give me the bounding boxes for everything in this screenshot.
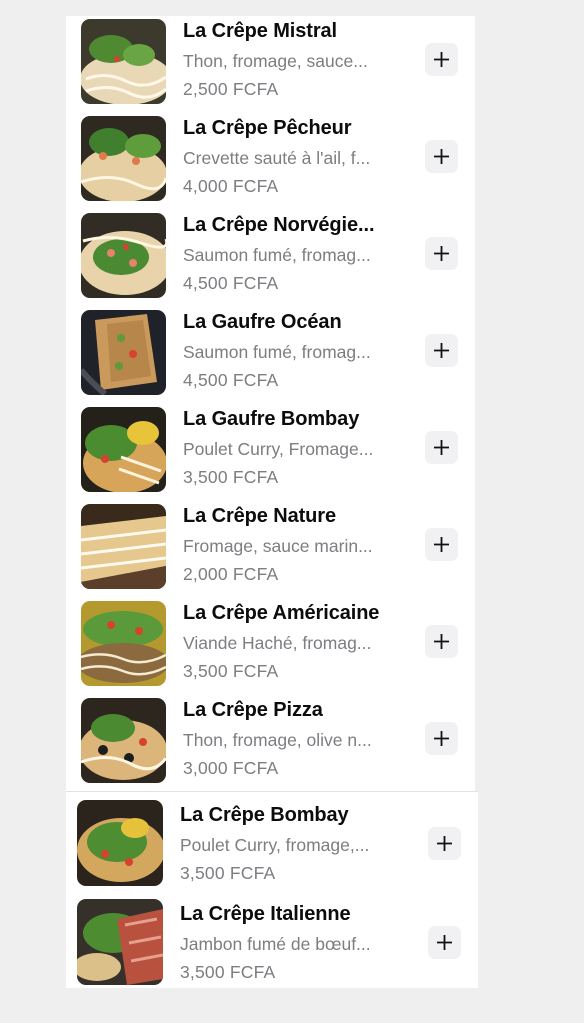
menu-item[interactable]: La Crêpe Nature Fromage, sauce marin... …	[66, 501, 475, 598]
item-name: La Gaufre Océan	[183, 311, 342, 333]
add-to-cart-button[interactable]	[425, 431, 458, 464]
item-name: La Crêpe Pizza	[183, 699, 323, 721]
item-description: Saumon fumé, fromag...	[183, 342, 371, 362]
menu-screen: La Crêpe Mistral Thon, fromage, sauce...…	[0, 0, 584, 1023]
food-thumbnail	[77, 899, 163, 985]
add-to-cart-button[interactable]	[425, 43, 458, 76]
food-thumbnail	[81, 601, 166, 686]
add-to-cart-button[interactable]	[428, 926, 461, 959]
plus-icon	[434, 440, 449, 455]
item-description: Viande Haché, fromag...	[183, 633, 372, 653]
add-to-cart-button[interactable]	[425, 334, 458, 367]
item-name: La Crêpe Bombay	[180, 804, 349, 826]
plus-icon	[434, 634, 449, 649]
menu-list-card: La Crêpe Bombay Poulet Curry, fromage,..…	[66, 791, 478, 988]
menu-item[interactable]: La Gaufre Bombay Poulet Curry, Fromage..…	[66, 404, 475, 501]
food-thumbnail	[81, 698, 166, 783]
food-thumbnail	[81, 19, 166, 104]
menu-item[interactable]: La Crêpe Norvégie... Saumon fumé, fromag…	[66, 210, 475, 307]
plus-icon	[437, 836, 452, 851]
item-description: Poulet Curry, fromage,...	[180, 835, 370, 855]
item-name: La Crêpe Américaine	[183, 602, 380, 624]
item-price: 3,500 FCFA	[183, 467, 279, 487]
item-name: La Crêpe Pêcheur	[183, 117, 352, 139]
food-thumbnail	[81, 310, 166, 395]
menu-list-card: La Crêpe Mistral Thon, fromage, sauce...…	[66, 16, 475, 792]
plus-icon	[434, 537, 449, 552]
plus-icon	[434, 52, 449, 67]
item-description: Saumon fumé, fromag...	[183, 245, 371, 265]
add-to-cart-button[interactable]	[428, 827, 461, 860]
food-thumbnail	[77, 800, 163, 886]
item-price: 3,500 FCFA	[183, 661, 279, 681]
item-description: Fromage, sauce marin...	[183, 536, 373, 556]
item-description: Jambon fumé de bœuf...	[180, 934, 371, 954]
menu-item[interactable]: La Gaufre Océan Saumon fumé, fromag... 4…	[66, 307, 475, 404]
food-thumbnail	[81, 116, 166, 201]
item-description: Crevette sauté à l'ail, f...	[183, 148, 371, 168]
item-price: 4,500 FCFA	[183, 370, 279, 390]
item-name: La Gaufre Bombay	[183, 408, 360, 430]
add-to-cart-button[interactable]	[425, 140, 458, 173]
item-price: 3,000 FCFA	[183, 758, 279, 778]
menu-item[interactable]: La Crêpe Bombay Poulet Curry, fromage,..…	[66, 792, 478, 889]
food-thumbnail	[81, 213, 166, 298]
plus-icon	[434, 343, 449, 358]
plus-icon	[437, 935, 452, 950]
food-thumbnail	[81, 504, 166, 589]
item-price: 2,500 FCFA	[183, 79, 279, 99]
item-price: 2,000 FCFA	[183, 564, 279, 584]
item-description: Thon, fromage, sauce...	[183, 51, 368, 71]
add-to-cart-button[interactable]	[425, 722, 458, 755]
menu-item[interactable]: La Crêpe Pizza Thon, fromage, olive n...…	[66, 695, 475, 792]
item-price: 3,500 FCFA	[180, 962, 276, 982]
item-description: Poulet Curry, Fromage...	[183, 439, 374, 459]
item-name: La Crêpe Nature	[183, 505, 336, 527]
food-thumbnail	[81, 407, 166, 492]
menu-item[interactable]: La Crêpe Mistral Thon, fromage, sauce...…	[66, 16, 475, 113]
plus-icon	[434, 246, 449, 261]
item-price: 3,500 FCFA	[180, 863, 276, 883]
menu-item[interactable]: La Crêpe Italienne Jambon fumé de bœuf..…	[66, 891, 478, 988]
menu-item[interactable]: La Crêpe Pêcheur Crevette sauté à l'ail,…	[66, 113, 475, 210]
item-price: 4,000 FCFA	[183, 176, 279, 196]
item-name: La Crêpe Norvégie...	[183, 214, 375, 236]
add-to-cart-button[interactable]	[425, 528, 458, 561]
menu-item[interactable]: La Crêpe Américaine Viande Haché, fromag…	[66, 598, 475, 695]
item-description: Thon, fromage, olive n...	[183, 730, 372, 750]
plus-icon	[434, 731, 449, 746]
plus-icon	[434, 149, 449, 164]
add-to-cart-button[interactable]	[425, 625, 458, 658]
item-name: La Crêpe Mistral	[183, 20, 338, 42]
item-name: La Crêpe Italienne	[180, 903, 351, 925]
item-price: 4,500 FCFA	[183, 273, 279, 293]
add-to-cart-button[interactable]	[425, 237, 458, 270]
